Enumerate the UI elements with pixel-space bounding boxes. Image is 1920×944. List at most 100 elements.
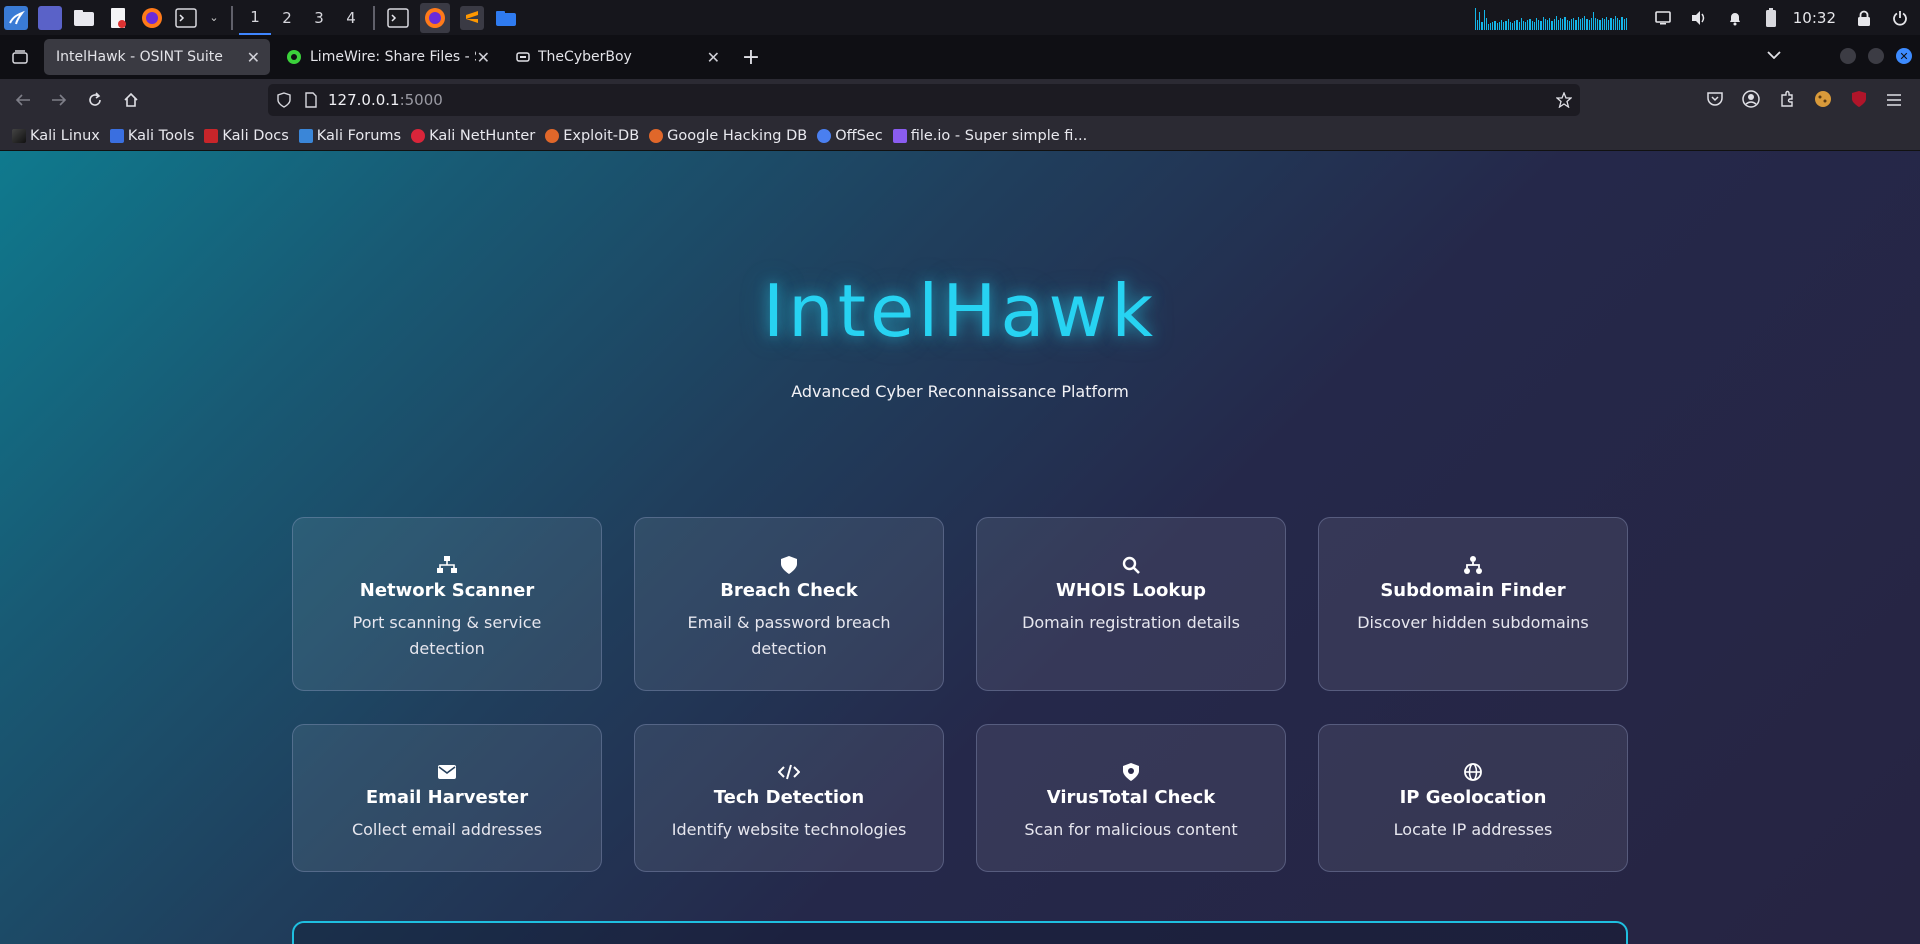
volume-icon[interactable]: [1689, 8, 1709, 28]
exploit-db-icon: [545, 128, 560, 143]
code-icon: [635, 761, 943, 783]
bookmark-label: Kali Forums: [316, 127, 402, 144]
tab-thecyberboy[interactable]: TheCyberBoy ✕: [504, 39, 730, 75]
bookmark-label: Kali Docs: [222, 127, 289, 144]
thecyberboy-favicon-icon: [516, 52, 530, 62]
tab-title: IntelHawk - OSINT Suite: [56, 49, 223, 65]
tool-card-title: VirusTotal Check: [1046, 787, 1216, 808]
tool-card-desc: Scan for malicious content: [1024, 820, 1238, 839]
extensions-icon[interactable]: [1778, 90, 1796, 112]
workspace-1[interactable]: 1: [239, 0, 271, 35]
tool-card-tech-detection[interactable]: Tech Detection Identify website technolo…: [634, 724, 944, 872]
tool-card-network-scanner[interactable]: Network Scanner Port scanning & service …: [292, 517, 602, 691]
maximize-window-button[interactable]: [1868, 48, 1884, 64]
back-button[interactable]: [8, 85, 38, 115]
battery-icon[interactable]: [1761, 7, 1781, 28]
page-content: IntelHawk Advanced Cyber Reconnaissance …: [0, 151, 1920, 944]
url-bar[interactable]: 127.0.0.1:5000: [268, 84, 1580, 116]
tab-limewire[interactable]: LimeWire: Share Files - Se ✕: [274, 39, 500, 75]
bookmark-file-io[interactable]: file.io - Super simple fi...: [892, 128, 1087, 144]
tool-card-ip-geolocation[interactable]: IP Geolocation Locate IP addresses: [1318, 724, 1628, 872]
pocket-icon[interactable]: [1706, 90, 1724, 112]
browser-tab-strip: IntelHawk - OSINT Suite ✕ LimeWire: Shar…: [0, 35, 1920, 79]
bookmark-label: Kali Linux: [30, 127, 100, 144]
tool-card-title: Email Harvester: [365, 787, 529, 808]
reload-button[interactable]: [80, 85, 110, 115]
bookmark-kali-nethunter[interactable]: Kali NetHunter: [411, 128, 535, 144]
power-icon[interactable]: [1890, 8, 1910, 28]
new-tab-button[interactable]: +: [736, 42, 766, 72]
tracking-shield-icon[interactable]: [276, 92, 292, 108]
text-editor-icon[interactable]: [106, 6, 130, 30]
file-manager-icon[interactable]: [72, 6, 96, 30]
firefox-launcher-icon[interactable]: [140, 6, 164, 30]
tool-card-title: Network Scanner: [359, 580, 535, 601]
close-icon[interactable]: ✕: [247, 48, 260, 67]
lock-icon[interactable]: [1854, 8, 1874, 28]
tool-card-whois-lookup[interactable]: WHOIS Lookup Domain registration details: [976, 517, 1286, 691]
workspace-2[interactable]: 2: [271, 0, 303, 35]
close-icon[interactable]: ✕: [707, 48, 720, 67]
tool-card-desc: Locate IP addresses: [1393, 820, 1553, 839]
bookmark-kali-linux[interactable]: Kali Linux: [12, 128, 100, 144]
minimize-window-button[interactable]: [1840, 48, 1856, 64]
tool-card-title: Breach Check: [720, 580, 858, 601]
bookmark-star-icon[interactable]: [1556, 92, 1572, 108]
envelope-icon: [293, 761, 601, 783]
account-icon[interactable]: [1742, 90, 1760, 112]
kali-menu-icon[interactable]: [4, 5, 28, 30]
terminal-window-icon[interactable]: [386, 6, 410, 30]
bookmark-label: Google Hacking DB: [667, 127, 808, 144]
tool-card-desc: Port scanning & service detection: [352, 613, 542, 658]
nethunter-icon: [411, 128, 426, 143]
page-subtitle: Advanced Cyber Reconnaissance Platform: [791, 382, 1129, 401]
tool-card-title: IP Geolocation: [1399, 787, 1547, 808]
sitemap-icon: [1319, 554, 1627, 576]
tool-card-desc: Discover hidden subdomains: [1357, 613, 1589, 632]
folder-window-icon[interactable]: [494, 6, 518, 30]
clock[interactable]: 10:32: [1793, 9, 1836, 27]
tool-card-virustotal-check[interactable]: VirusTotal Check Scan for malicious cont…: [976, 724, 1286, 872]
bookmark-offsec[interactable]: OffSec: [817, 128, 883, 144]
show-desktop-icon[interactable]: [38, 5, 62, 30]
workspace-4[interactable]: 4: [335, 0, 367, 35]
bookmark-kali-forums[interactable]: Kali Forums: [298, 127, 402, 144]
tab-intelhawk[interactable]: IntelHawk - OSINT Suite ✕: [44, 39, 270, 75]
hamburger-menu-icon[interactable]: [1886, 92, 1902, 111]
tool-card-email-harvester[interactable]: Email Harvester Collect email addresses: [292, 724, 602, 872]
bookmark-exploit-db[interactable]: Exploit-DB: [545, 128, 639, 144]
shield-icon: [635, 554, 943, 576]
firefox-window-icon[interactable]: [420, 2, 450, 33]
tab-title: TheCyberBoy: [538, 49, 632, 65]
workspace-3[interactable]: 3: [303, 0, 335, 35]
page-info-icon[interactable]: [304, 92, 318, 108]
list-all-tabs-icon[interactable]: [1762, 43, 1786, 67]
cookie-extension-icon[interactable]: [1814, 90, 1832, 112]
chevron-down-icon[interactable]: ⌄: [208, 6, 220, 30]
tool-card-subdomain-finder[interactable]: Subdomain Finder Discover hidden subdoma…: [1318, 517, 1628, 691]
url-port: :5000: [399, 91, 443, 109]
bookmark-kali-docs[interactable]: Kali Docs: [204, 127, 289, 144]
kali-forums-icon: [298, 128, 313, 143]
arrow-left-icon: [15, 94, 30, 106]
tool-card-desc: Domain registration details: [1022, 613, 1240, 632]
bookmarks-toolbar: Kali Linux Kali Tools Kali Docs Kali For…: [0, 121, 1920, 151]
bookmark-google-hacking-db[interactable]: Google Hacking DB: [649, 128, 807, 144]
ublock-icon[interactable]: [1850, 90, 1868, 112]
globe-icon: [1319, 761, 1627, 783]
close-icon[interactable]: ✕: [477, 48, 490, 67]
tool-card-breach-check[interactable]: Breach Check Email & password breach det…: [634, 517, 944, 691]
ghdb-icon: [649, 128, 664, 143]
sublime-window-icon[interactable]: [460, 5, 484, 30]
notification-bell-icon[interactable]: [1725, 8, 1745, 28]
forward-button[interactable]: [44, 85, 74, 115]
tab-overview-icon[interactable]: [0, 49, 40, 65]
results-panel: [292, 921, 1628, 944]
bookmark-kali-tools[interactable]: Kali Tools: [109, 128, 194, 144]
terminal-launcher-icon[interactable]: [174, 6, 198, 30]
home-button[interactable]: [116, 85, 146, 115]
offsec-icon: [817, 128, 832, 143]
close-window-button[interactable]: ✕: [1896, 48, 1912, 64]
display-icon[interactable]: [1653, 8, 1673, 28]
kali-docs-icon: [204, 128, 219, 143]
